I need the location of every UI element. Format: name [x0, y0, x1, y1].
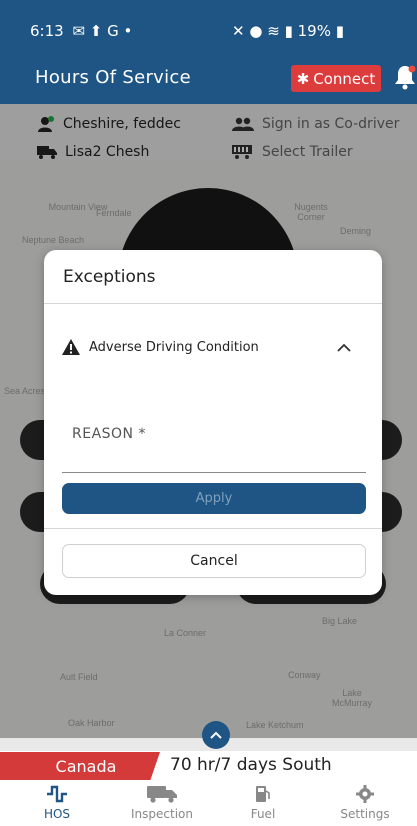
dialog-title: Exceptions — [63, 267, 156, 287]
apply-button[interactable]: Apply — [62, 483, 366, 514]
chevron-up-icon — [210, 731, 222, 739]
dialog-divider — [44, 303, 382, 304]
status-notification-icons: ✉ ⬆ G • — [72, 22, 133, 40]
page-title: Hours Of Service — [35, 67, 192, 88]
bell-icon[interactable] — [394, 64, 416, 90]
exceptions-dialog: Exceptions Adverse Driving Condition REA… — [44, 250, 382, 595]
region-badge: Canada — [0, 752, 160, 780]
nav-hos[interactable]: HOS — [12, 785, 102, 821]
connect-button[interactable]: ✱ Connect — [291, 65, 381, 92]
fuel-icon — [256, 786, 270, 802]
bluetooth-icon: ✱ — [296, 69, 310, 88]
wifi-icon: ≋ — [267, 22, 280, 40]
reason-input[interactable]: REASON * — [72, 426, 146, 442]
ruleset-bar[interactable]: Canada 70 hr/7 days South — [0, 751, 417, 781]
gear-icon — [356, 785, 374, 803]
exception-accordion-header[interactable]: Adverse Driving Condition — [62, 339, 362, 355]
expand-panel-button[interactable] — [202, 721, 230, 749]
status-time: 6:13 — [30, 22, 64, 40]
truck-icon — [147, 786, 177, 803]
nav-inspection[interactable]: Inspection — [117, 785, 207, 821]
warning-icon — [62, 339, 80, 355]
nav-label: Fuel — [250, 807, 276, 821]
battery-level: 19% — [297, 22, 331, 40]
bottom-nav: HOS Inspection Fuel Settings — [0, 781, 417, 826]
app-header: Hours Of Service ✱ Connect — [0, 56, 417, 104]
nav-label: HOS — [43, 807, 71, 821]
nav-label: Settings — [340, 807, 390, 821]
nav-label: Inspection — [131, 807, 193, 821]
cancel-button[interactable]: Cancel — [62, 544, 366, 578]
cycle-rule: 70 hr/7 days South — [170, 755, 332, 775]
nav-fuel[interactable]: Fuel — [218, 785, 308, 821]
location-icon: ● — [249, 22, 263, 40]
nav-settings[interactable]: Settings — [320, 785, 410, 821]
chevron-up-icon[interactable] — [337, 343, 351, 353]
reason-input-underline — [62, 472, 366, 473]
status-bar: 6:13 ✉ ⬆ G • ✕ ● ≋ ▮ 19% ▮ — [0, 0, 417, 56]
signal-icon: ▮ — [284, 22, 293, 40]
connect-label: Connect — [313, 69, 376, 88]
exception-label: Adverse Driving Condition — [89, 339, 259, 355]
status-left: 6:13 ✉ ⬆ G • — [30, 22, 132, 40]
status-right: ✕ ● ≋ ▮ 19% ▮ — [232, 22, 344, 40]
hos-icon — [47, 785, 67, 803]
battery-icon: ▮ — [335, 22, 345, 40]
mute-icon: ✕ — [232, 22, 245, 40]
dialog-divider — [44, 528, 382, 529]
